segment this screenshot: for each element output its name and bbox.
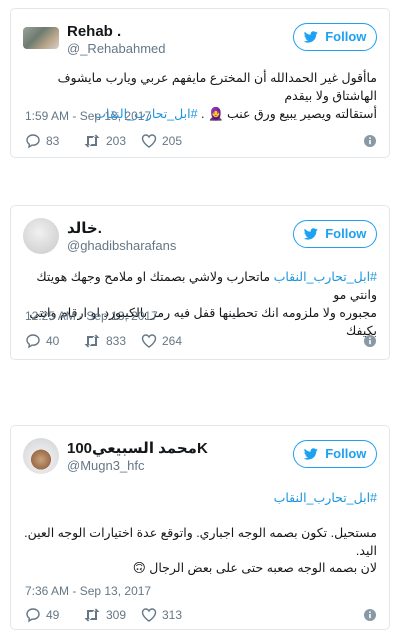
retweet-button[interactable]: 203 — [83, 133, 126, 149]
follow-label: Follow — [325, 226, 367, 241]
reply-count: 83 — [46, 134, 60, 148]
retweet-count: 203 — [106, 134, 127, 148]
author-info: Rehab . @_Rehabahmed — [67, 23, 165, 57]
info-icon[interactable] — [363, 334, 377, 348]
info-icon[interactable] — [363, 134, 377, 148]
reply-icon — [26, 334, 40, 349]
tweet-header: Rehab . @_Rehabahmed Follow — [23, 19, 377, 59]
author-info: محمد السبيعي100K @Mugn3_hfc — [67, 440, 208, 474]
tweet-actions: 83 203 205 — [25, 133, 377, 151]
tweet-timestamp[interactable]: 7:36 AM - Sep 13, 2017 — [25, 584, 151, 598]
tweet-text-paragraph: لان بصمه الوجه صعبه حتى على بعض الرجال 🙃 — [132, 561, 377, 575]
tweet-actions: 40 833 264 — [25, 333, 377, 351]
like-count: 205 — [162, 134, 183, 148]
tweet-timestamp[interactable]: 12:25 AM - Sep 13, 2017 — [25, 309, 158, 323]
retweet-icon — [84, 334, 100, 348]
author-name[interactable]: Rehab . — [67, 23, 165, 41]
tweet-card: Rehab . @_Rehabahmed Follow ماأقول غير ا… — [10, 8, 390, 158]
reply-button[interactable]: 49 — [25, 607, 59, 623]
reply-count: 40 — [46, 334, 60, 348]
follow-button[interactable]: Follow — [293, 440, 377, 468]
info-icon[interactable] — [363, 608, 377, 622]
tweet-text-paragraph: مستحيل. تكون بصمه الوجه اجباري. واتوقع ع… — [24, 526, 377, 558]
retweet-icon — [84, 608, 100, 622]
tweet-header: محمد السبيعي100K @Mugn3_hfc Follow — [23, 436, 377, 476]
reply-icon — [26, 134, 40, 149]
heart-icon — [141, 608, 157, 622]
twitter-bird-icon — [303, 448, 318, 460]
tweet-card: خالد. @ghadibsharafans Follow #ابل_تحارب… — [10, 205, 390, 360]
like-count: 313 — [162, 608, 183, 622]
tweet-text: #ابل_تحارب_النقاب ماتحارب ولاشي بصمتك او… — [23, 268, 377, 340]
retweet-count: 833 — [106, 334, 127, 348]
author-name[interactable]: خالد. — [67, 220, 176, 238]
tweet-card: محمد السبيعي100K @Mugn3_hfc Follow #ابل_… — [10, 425, 390, 630]
tweet-text-line: ماأقول غير الحمدالله أن المخترع مايفهم ع… — [57, 71, 377, 103]
like-button[interactable]: 313 — [141, 607, 182, 623]
like-button[interactable]: 264 — [141, 333, 182, 349]
reply-button[interactable]: 83 — [25, 133, 59, 149]
like-button[interactable]: 205 — [141, 133, 182, 149]
twitter-bird-icon — [303, 228, 318, 240]
tweet-hashtag-line: #ابل_تحارب_النقاب — [23, 489, 377, 507]
follow-label: Follow — [325, 446, 367, 461]
twitter-bird-icon — [303, 31, 318, 43]
retweet-button[interactable]: 833 — [83, 333, 126, 349]
follow-button[interactable]: Follow — [293, 220, 377, 248]
reply-icon — [26, 608, 40, 623]
avatar[interactable] — [23, 27, 59, 49]
follow-button[interactable]: Follow — [293, 23, 377, 51]
reply-count: 49 — [46, 608, 60, 622]
author-handle[interactable]: @Mugn3_hfc — [67, 458, 208, 474]
heart-icon — [141, 334, 157, 348]
reply-button[interactable]: 40 — [25, 333, 59, 349]
hashtag-link[interactable]: #ابل_تحارب_النقاب — [274, 270, 377, 284]
avatar[interactable] — [23, 438, 59, 474]
tweet-actions: 49 309 313 — [25, 607, 377, 625]
tweet-text-fragment: أستقالته ويصير يبيع ورق عنب 🧕 . — [201, 107, 377, 121]
like-count: 264 — [162, 334, 183, 348]
author-handle[interactable]: @_Rehabahmed — [67, 41, 165, 57]
follow-label: Follow — [325, 29, 367, 44]
hashtag-link[interactable]: #ابل_تحارب_النقاب — [274, 491, 377, 505]
tweet-timestamp[interactable]: 1:59 AM - Sep 13, 2017 — [25, 109, 151, 123]
heart-icon — [141, 134, 157, 148]
avatar[interactable] — [23, 218, 59, 254]
retweet-icon — [84, 134, 100, 148]
retweet-button[interactable]: 309 — [83, 607, 126, 623]
author-handle[interactable]: @ghadibsharafans — [67, 238, 176, 254]
author-name[interactable]: محمد السبيعي100K — [67, 440, 208, 458]
retweet-count: 309 — [106, 608, 127, 622]
tweet-text-line: #ابل_تحارب_النقاب ماتحارب ولاشي بصمتك او… — [23, 268, 377, 304]
tweet-header: خالد. @ghadibsharafans Follow — [23, 216, 377, 256]
author-info: خالد. @ghadibsharafans — [67, 220, 176, 254]
